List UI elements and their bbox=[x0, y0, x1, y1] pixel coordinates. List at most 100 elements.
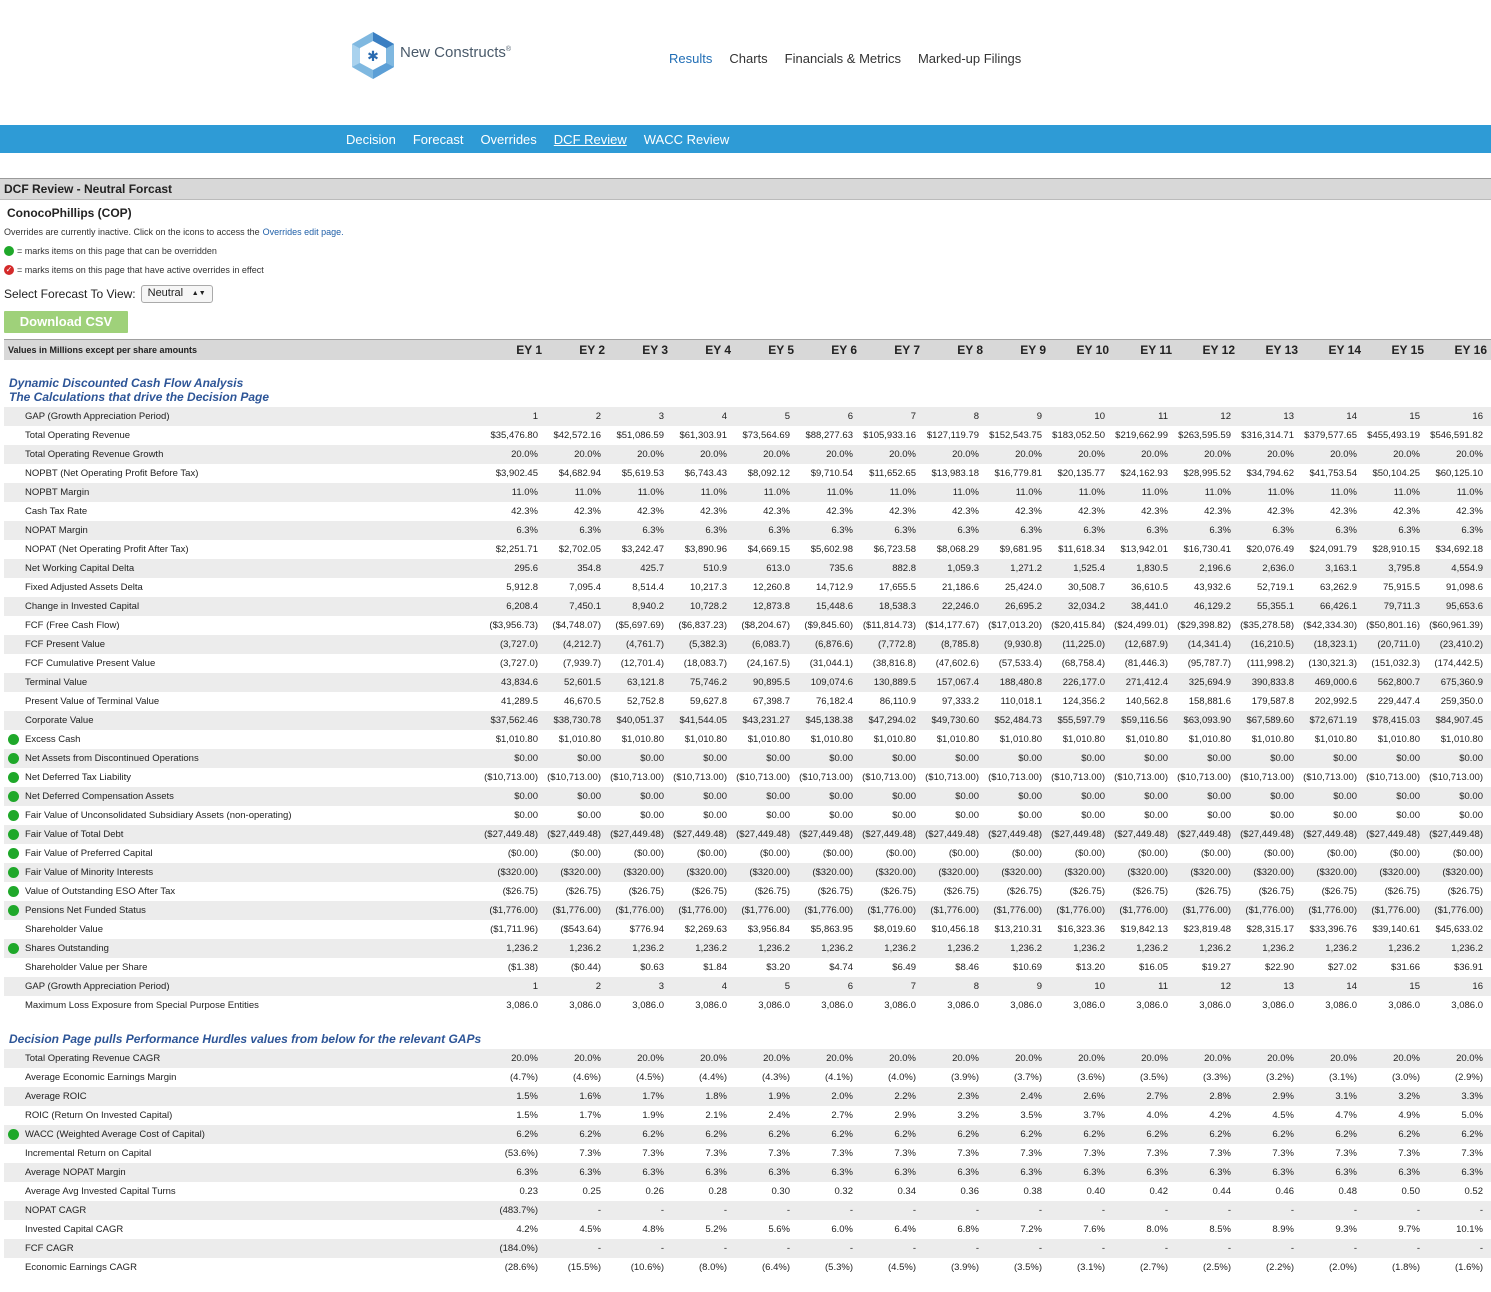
row-label: NOPAT CAGR bbox=[25, 1205, 87, 1216]
table-row: GAP (Growth Appreciation Period) 1 2 3 4 5 6 7 8… bbox=[4, 977, 1491, 996]
row-label: Net Deferred Tax Liability bbox=[25, 772, 131, 783]
top-nav-charts[interactable]: Charts bbox=[729, 51, 767, 66]
table-cell: 7.3% bbox=[1461, 1148, 1483, 1159]
column-header: EY 15 bbox=[1391, 343, 1424, 357]
row-label: Value of Outstanding ESO After Tax bbox=[25, 886, 176, 897]
row-label: Pensions Net Funded Status bbox=[25, 905, 146, 916]
table-cell: $45,633.02 bbox=[1435, 924, 1483, 935]
table-cell: 11.0% bbox=[1456, 487, 1483, 498]
top-nav-marked-up-filings[interactable]: Marked-up Filings bbox=[918, 51, 1021, 66]
sub-nav-decision[interactable]: Decision bbox=[346, 132, 396, 147]
forecast-select[interactable]: Neutral ▲▼ bbox=[140, 285, 213, 303]
row-label: Average ROIC bbox=[25, 1091, 87, 1102]
row-label: Shares Outstanding bbox=[25, 943, 109, 954]
table-cell: $546,591.82 bbox=[1430, 430, 1483, 441]
table-header-label: Values in Millions except per share amou… bbox=[8, 345, 198, 355]
override-dot-icon[interactable] bbox=[8, 734, 19, 745]
table-row: Net Working Capital Delta 295.6 354.8 425.7… bbox=[4, 559, 1491, 578]
row-label: NOPAT (Net Operating Profit After Tax) bbox=[25, 544, 189, 555]
column-header: EY 14 bbox=[1328, 343, 1361, 357]
section-title-bar: DCF Review - Neutral Forcast bbox=[0, 178, 1491, 200]
select-arrows-icon: ▲▼ bbox=[191, 290, 206, 297]
row-label: Fair Value of Total Debt bbox=[25, 829, 124, 840]
row-label: Average Economic Earnings Margin bbox=[25, 1072, 177, 1083]
column-header: EY 7 bbox=[894, 343, 920, 357]
override-dot-icon[interactable] bbox=[8, 810, 19, 821]
table-row: FCF (Free Cash Flow) ($3,956.73) ($4,748.0… bbox=[4, 616, 1491, 635]
table-cell: 16 bbox=[1472, 981, 1483, 992]
brand-logo[interactable]: ✱ New Constructs® bbox=[350, 30, 511, 80]
row-label: NOPBT Margin bbox=[25, 487, 90, 498]
table-cell: (1.6%) bbox=[1455, 1262, 1483, 1273]
table-header: Values in Millions except per share amou… bbox=[4, 339, 1491, 360]
table-cell: 0.52 bbox=[1464, 1186, 1484, 1197]
table-cell: (23,410.2) bbox=[1439, 639, 1483, 650]
override-dot-icon[interactable] bbox=[8, 1129, 19, 1140]
row-label: GAP (Growth Appreciation Period) bbox=[25, 411, 170, 422]
column-header: EY 3 bbox=[642, 343, 668, 357]
column-header: EY 4 bbox=[705, 343, 731, 357]
row-label: Fair Value of Minority Interests bbox=[25, 867, 154, 878]
table-row: Economic Earnings CAGR (28.6%) (15.5%) (10.… bbox=[4, 1258, 1491, 1277]
table-row: Net Deferred Tax Liability ($10,713.00) ($… bbox=[4, 768, 1491, 787]
download-csv-button[interactable]: Download CSV bbox=[4, 311, 128, 333]
table-row: NOPAT CAGR (483.7%) - - - - - - - - - - - - - - - bbox=[4, 1201, 1491, 1220]
table-cell: - bbox=[1479, 1243, 1483, 1254]
row-label: Incremental Return on Capital bbox=[25, 1148, 152, 1159]
table-cell: $34,692.18 bbox=[1435, 544, 1483, 555]
override-dot-icon[interactable] bbox=[8, 848, 19, 859]
row-label: Fair Value of Unconsolidated Subsidiary … bbox=[25, 810, 292, 821]
row-label: Shareholder Value bbox=[25, 924, 103, 935]
sub-nav-forecast[interactable]: Forecast bbox=[413, 132, 464, 147]
table-row: Total Operating Revenue Growth 20.0% 20.0%… bbox=[4, 445, 1491, 464]
table-row: Terminal Value 43,834.6 52,601.5 63,121.8 75… bbox=[4, 673, 1491, 692]
top-nav-results[interactable]: Results bbox=[669, 51, 712, 66]
table-row: Value of Outstanding ESO After Tax ($26.7… bbox=[4, 882, 1491, 901]
table-cell: ($1,776.00) bbox=[1434, 905, 1483, 916]
column-header: EY 10 bbox=[1076, 343, 1109, 357]
override-dot-icon[interactable] bbox=[8, 753, 19, 764]
row-label: Fixed Adjusted Assets Delta bbox=[25, 582, 143, 593]
sub-nav-dcf-review[interactable]: DCF Review bbox=[554, 132, 627, 147]
override-dot-icon[interactable] bbox=[8, 791, 19, 802]
company-name: ConocoPhillips (COP) bbox=[7, 206, 132, 220]
table-row: Average ROIC 1.5% 1.6% 1.7% 1.8% 1.9% 2.0% 2.2%… bbox=[4, 1087, 1491, 1106]
table-row: Change in Invested Capital 6,208.4 7,450.1… bbox=[4, 597, 1491, 616]
row-label: FCF (Free Cash Flow) bbox=[25, 620, 120, 631]
table-row: Net Deferred Compensation Assets $0.00 $0.… bbox=[4, 787, 1491, 806]
override-dot-icon[interactable] bbox=[8, 867, 19, 878]
table-row: Excess Cash $1,010.80 $1,010.80 $1,010.80 $1… bbox=[4, 730, 1491, 749]
table-row: FCF Present Value (3,727.0) (4,212.7) (4,76… bbox=[4, 635, 1491, 654]
sub-nav-overrides[interactable]: Overrides bbox=[480, 132, 536, 147]
row-label: Terminal Value bbox=[25, 677, 88, 688]
table-cell: 6.3% bbox=[1461, 525, 1483, 536]
column-header: EY 2 bbox=[579, 343, 605, 357]
table-cell: 91,098.6 bbox=[1446, 582, 1483, 593]
override-dot-icon[interactable] bbox=[8, 829, 19, 840]
override-dot-icon[interactable] bbox=[8, 886, 19, 897]
top-nav-financials-metrics[interactable]: Financials & Metrics bbox=[785, 51, 901, 66]
table-cell: (174,442.5) bbox=[1434, 658, 1483, 669]
row-label: Excess Cash bbox=[25, 734, 81, 745]
sub-nav-wacc-review[interactable]: WACC Review bbox=[644, 132, 729, 147]
table-cell: 10.1% bbox=[1456, 1224, 1483, 1235]
hurdles-heading: Decision Page pulls Performance Hurdles … bbox=[9, 1032, 482, 1046]
row-label: Total Operating Revenue Growth bbox=[25, 449, 164, 460]
table-cell: 6.3% bbox=[1461, 1167, 1483, 1178]
override-dot-icon[interactable] bbox=[8, 905, 19, 916]
table-cell: $0.00 bbox=[1459, 753, 1483, 764]
override-dot-icon[interactable] bbox=[8, 943, 19, 954]
row-label: NOPAT Margin bbox=[25, 525, 88, 536]
can-override-legend: = marks items on this page that can be o… bbox=[4, 246, 217, 256]
table-row: Fixed Adjusted Assets Delta 5,912.8 7,095.… bbox=[4, 578, 1491, 597]
logo-hexagon-icon: ✱ bbox=[350, 30, 396, 80]
table-cell: ($27,449.48) bbox=[1429, 829, 1483, 840]
table-cell: ($10,713.00) bbox=[1429, 772, 1483, 783]
table-cell: $0.00 bbox=[1459, 810, 1483, 821]
overrides-edit-link[interactable]: Overrides edit page. bbox=[263, 227, 344, 237]
table-cell: ($26.75) bbox=[1447, 886, 1483, 897]
table-row: Invested Capital CAGR 4.2% 4.5% 4.8% 5.2% 5.6… bbox=[4, 1220, 1491, 1239]
table-row: NOPBT (Net Operating Profit Before Tax) $… bbox=[4, 464, 1491, 483]
override-dot-icon[interactable] bbox=[8, 772, 19, 783]
sub-nav: Decision Forecast Overrides DCF Review W… bbox=[0, 125, 1491, 153]
